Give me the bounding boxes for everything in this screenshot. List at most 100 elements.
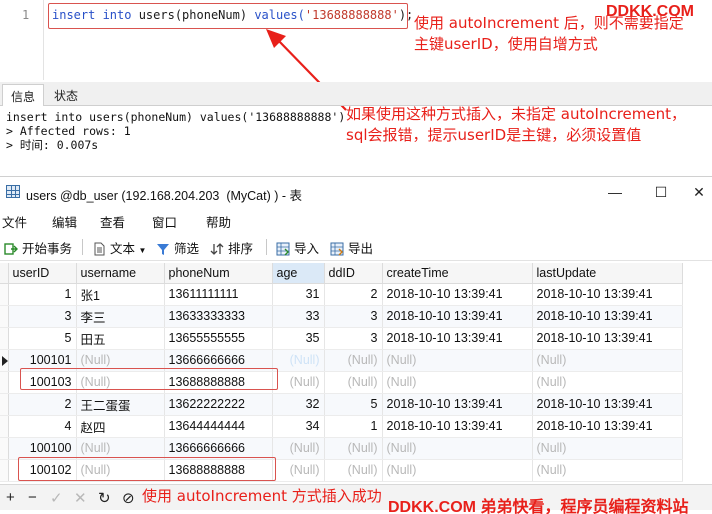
cell-createtime[interactable]: 2018-10-10 13:39:41 <box>382 305 533 328</box>
cell-phonenum[interactable]: 13611111111 <box>164 283 273 306</box>
menu-help[interactable]: 帮助 <box>206 212 231 231</box>
refresh-button[interactable]: ↻ <box>98 489 111 507</box>
cell-age[interactable]: (Null) <box>272 459 325 482</box>
row-indicator[interactable] <box>0 371 9 394</box>
cell-phonenum[interactable]: 13644444444 <box>164 415 273 438</box>
cell-age[interactable]: (Null) <box>272 437 325 460</box>
cell-ddid[interactable]: 2 <box>324 283 383 306</box>
row-indicator[interactable] <box>0 437 9 460</box>
import-button[interactable]: 导入 <box>276 238 319 256</box>
add-record-button[interactable]: + <box>6 489 15 506</box>
column-header-userid[interactable]: userID <box>8 263 77 284</box>
cell-ddid[interactable]: 3 <box>324 305 383 328</box>
table-row[interactable]: 3 李三 13633333333 33 3 2018-10-10 13:39:4… <box>0 305 683 328</box>
table-row[interactable]: 100100 (Null) 13666666666 (Null) (Null) … <box>0 437 683 460</box>
cell-ddid[interactable]: (Null) <box>324 459 383 482</box>
cell-phonenum[interactable]: 13633333333 <box>164 305 273 328</box>
cell-phonenum[interactable]: 13666666666 <box>164 437 273 460</box>
cell-age[interactable]: 35 <box>272 327 325 350</box>
sort-button[interactable]: 排序 <box>210 238 253 256</box>
cell-ddid[interactable]: 1 <box>324 415 383 438</box>
table-row[interactable]: 4 赵四 13644444444 34 1 2018-10-10 13:39:4… <box>0 415 683 438</box>
column-header-lastupdate[interactable]: lastUpdate <box>532 263 683 284</box>
cell-username[interactable]: 张1 <box>76 283 165 306</box>
cell-username[interactable]: 赵四 <box>76 415 165 438</box>
cell-createtime[interactable]: 2018-10-10 13:39:41 <box>382 327 533 350</box>
column-header-age[interactable]: age <box>272 263 325 284</box>
cell-userid[interactable]: 4 <box>8 415 77 438</box>
cell-username[interactable]: 田五 <box>76 327 165 350</box>
cell-createtime[interactable]: (Null) <box>382 437 533 460</box>
menu-file[interactable]: 文件 <box>2 212 27 231</box>
cell-createtime[interactable]: (Null) <box>382 371 533 394</box>
cell-username[interactable]: 王二蛋蛋 <box>76 393 165 416</box>
menu-window[interactable]: 窗口 <box>152 212 177 231</box>
cell-age[interactable]: 33 <box>272 305 325 328</box>
menu-edit[interactable]: 编辑 <box>52 212 77 231</box>
close-button[interactable]: ✕ <box>684 181 712 203</box>
window-titlebar[interactable]: users @db_user (192.168.204.203 (MyCat) … <box>0 177 712 207</box>
cell-lastupdate[interactable]: 2018-10-10 13:39:41 <box>532 415 683 438</box>
table-row[interactable]: 5 田五 13655555555 35 3 2018-10-10 13:39:4… <box>0 327 683 350</box>
tab-status[interactable]: 状态 <box>46 84 86 106</box>
cell-userid[interactable]: 100100 <box>8 437 77 460</box>
cell-createtime[interactable]: 2018-10-10 13:39:41 <box>382 283 533 306</box>
cell-age[interactable]: 32 <box>272 393 325 416</box>
cell-userid[interactable]: 5 <box>8 327 77 350</box>
discard-changes-button[interactable]: ✕ <box>74 489 87 507</box>
cell-age[interactable]: (Null) <box>272 371 325 394</box>
cell-ddid[interactable]: 5 <box>324 393 383 416</box>
cell-age[interactable]: 31 <box>272 283 325 306</box>
cell-ddid[interactable]: 3 <box>324 327 383 350</box>
cell-ddid[interactable]: (Null) <box>324 349 383 372</box>
cell-userid[interactable]: 1 <box>8 283 77 306</box>
minimize-button[interactable]: — <box>600 181 630 203</box>
cell-lastupdate[interactable]: (Null) <box>532 371 683 394</box>
column-header-phonenum[interactable]: phoneNum <box>164 263 273 284</box>
export-button[interactable]: 导出 <box>330 238 373 256</box>
cell-age-selected[interactable]: (Null) <box>272 349 325 372</box>
cell-phonenum[interactable]: 13622222222 <box>164 393 273 416</box>
cell-createtime[interactable]: 2018-10-10 13:39:41 <box>382 393 533 416</box>
stop-button[interactable]: ⊘ <box>122 489 135 507</box>
column-header-username[interactable]: username <box>76 263 165 284</box>
cell-ddid[interactable]: (Null) <box>324 371 383 394</box>
cell-lastupdate[interactable]: 2018-10-10 13:39:41 <box>532 327 683 350</box>
row-indicator[interactable] <box>0 415 9 438</box>
cell-username[interactable]: (Null) <box>76 437 165 460</box>
cell-lastupdate[interactable]: (Null) <box>532 349 683 372</box>
text-view-button[interactable]: 文本 ▼ <box>92 238 146 256</box>
cell-username[interactable]: 李三 <box>76 305 165 328</box>
filter-button[interactable]: 筛选 <box>156 238 199 256</box>
cell-userid[interactable]: 3 <box>8 305 77 328</box>
table-row[interactable]: 2 王二蛋蛋 13622222222 32 5 2018-10-10 13:39… <box>0 393 683 416</box>
cell-phonenum[interactable]: 13655555555 <box>164 327 273 350</box>
cell-createtime[interactable]: (Null) <box>382 349 533 372</box>
tab-info[interactable]: 信息 <box>2 84 45 106</box>
cell-lastupdate[interactable]: 2018-10-10 13:39:41 <box>532 283 683 306</box>
cell-createtime[interactable]: (Null) <box>382 459 533 482</box>
cell-lastupdate[interactable]: 2018-10-10 13:39:41 <box>532 305 683 328</box>
cell-createtime[interactable]: 2018-10-10 13:39:41 <box>382 415 533 438</box>
row-indicator[interactable] <box>0 327 9 350</box>
cell-lastupdate[interactable]: 2018-10-10 13:39:41 <box>532 393 683 416</box>
row-indicator[interactable] <box>0 305 9 328</box>
column-header-ddid[interactable]: ddID <box>324 263 383 284</box>
apply-changes-button[interactable]: ✓ <box>50 489 63 507</box>
menu-view[interactable]: 查看 <box>100 212 125 231</box>
cell-lastupdate[interactable]: (Null) <box>532 437 683 460</box>
column-header-createtime[interactable]: createTime <box>382 263 533 284</box>
delete-record-button[interactable]: − <box>28 489 37 506</box>
begin-transaction-button[interactable]: 开始事务 <box>4 238 72 256</box>
row-indicator-current[interactable] <box>0 349 9 372</box>
table-row[interactable]: 1 张1 13611111111 31 2 2018-10-10 13:39:4… <box>0 283 683 306</box>
row-indicator[interactable] <box>0 393 9 416</box>
cell-ddid[interactable]: (Null) <box>324 437 383 460</box>
row-indicator[interactable] <box>0 459 9 482</box>
row-indicator[interactable] <box>0 283 9 306</box>
cell-userid[interactable]: 2 <box>8 393 77 416</box>
toolbar-divider <box>266 239 267 255</box>
maximize-button[interactable]: ☐ <box>646 181 676 203</box>
cell-lastupdate[interactable]: (Null) <box>532 459 683 482</box>
cell-age[interactable]: 34 <box>272 415 325 438</box>
